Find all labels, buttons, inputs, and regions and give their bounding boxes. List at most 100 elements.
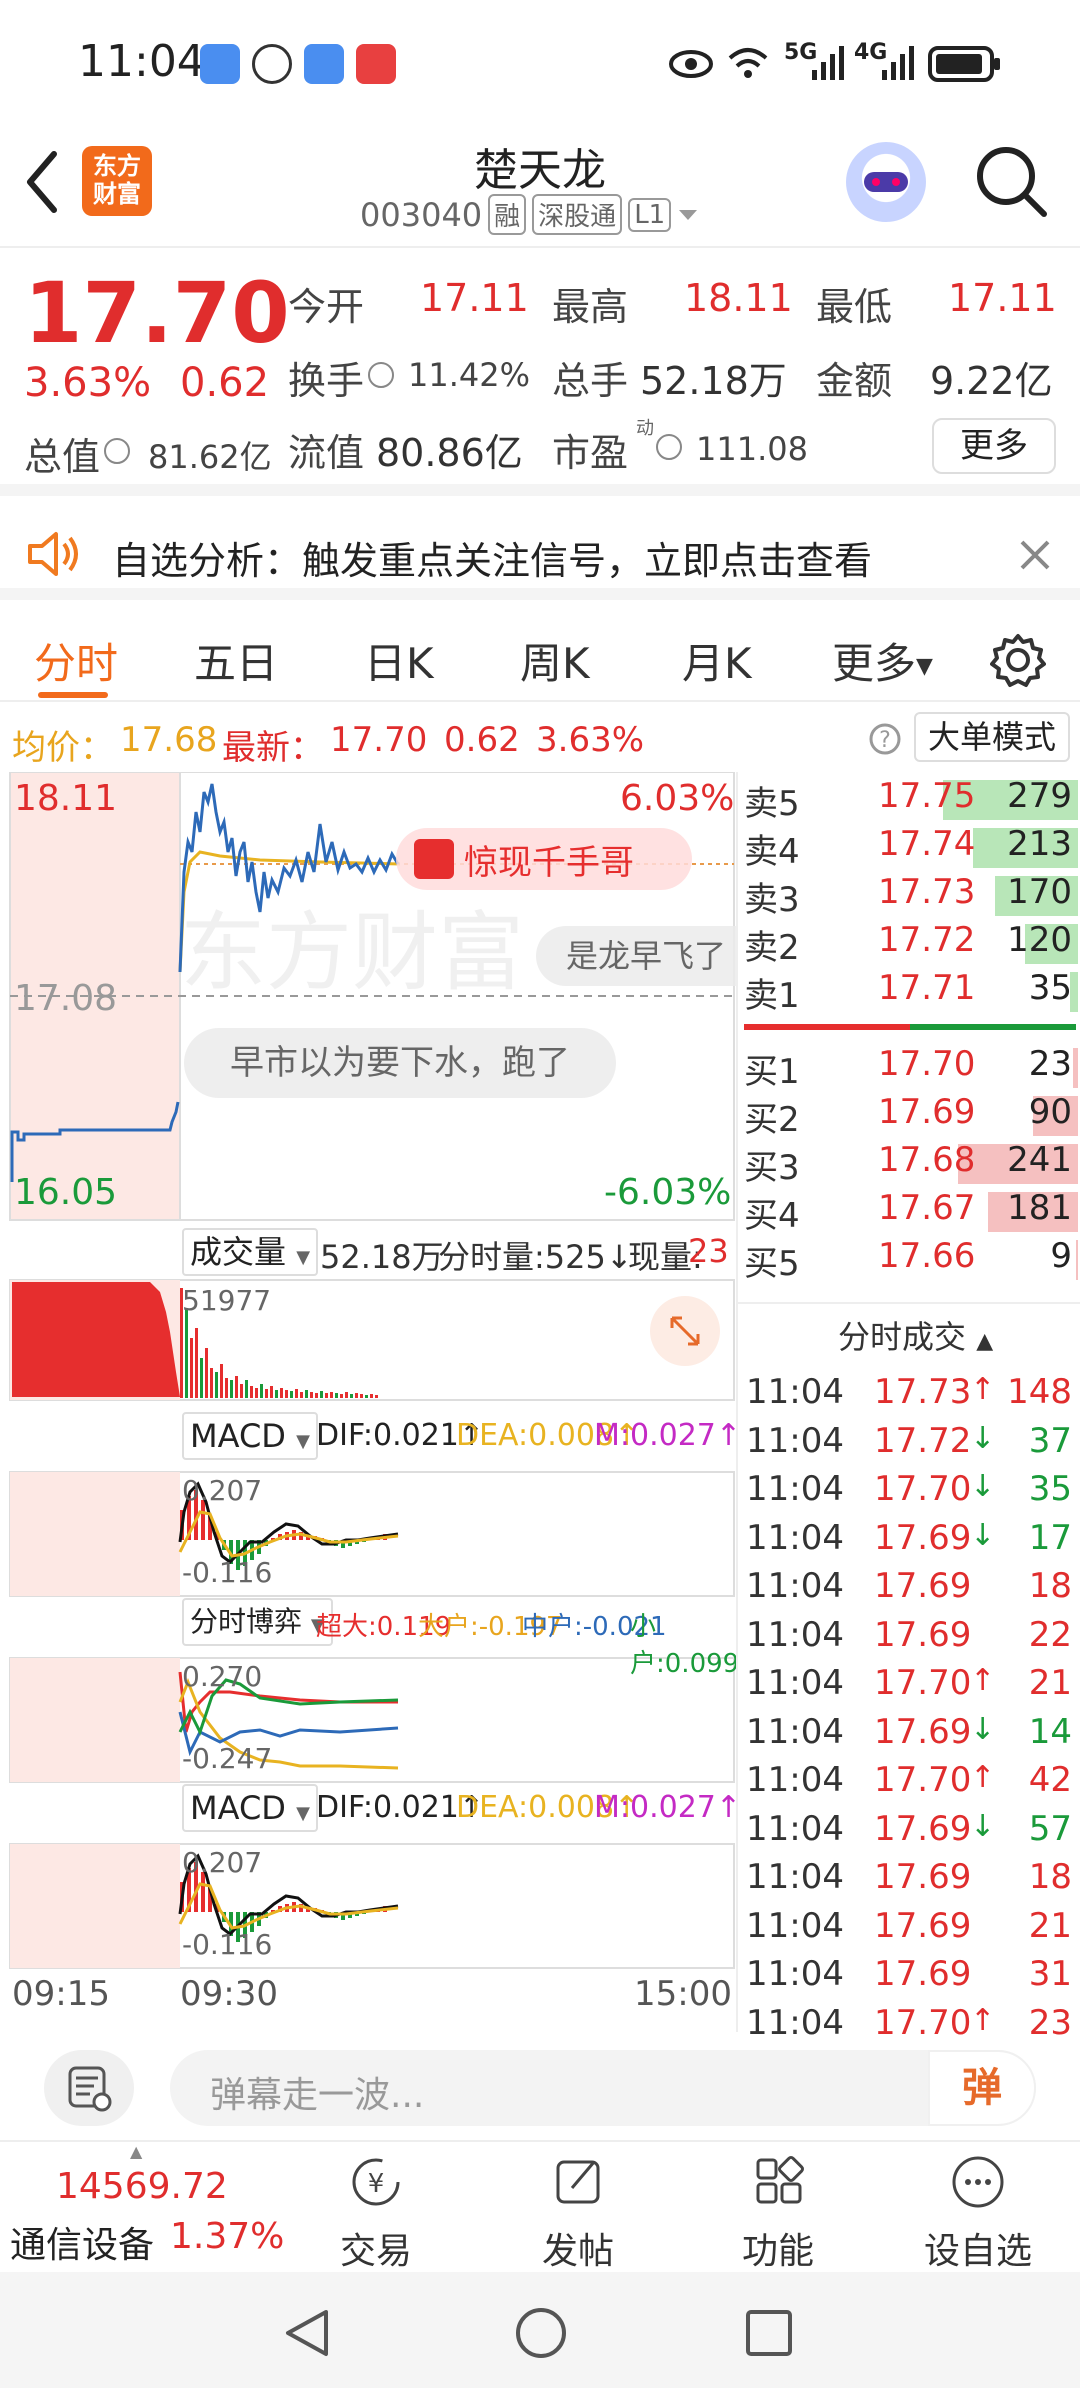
tab-five-day[interactable]: 五日: [194, 630, 278, 691]
ask-volume: 35: [1028, 968, 1072, 1008]
bid-price: 17.66: [878, 1236, 976, 1276]
tab-intraday[interactable]: 分时: [34, 630, 118, 691]
speaker-icon: [28, 532, 78, 576]
trade-direction: ↓: [970, 1711, 996, 1747]
volume-bar: [300, 1392, 303, 1398]
svg-text:?: ?: [879, 728, 891, 753]
index-pct: 1.37%: [170, 2216, 285, 2257]
stock-code-row[interactable]: 003040 融 深股通 L1: [360, 194, 699, 235]
trade-direction: ↓: [970, 1808, 996, 1844]
bid-label: 买1: [744, 1052, 800, 1092]
tab-more[interactable]: 更多▼: [832, 630, 933, 691]
ask-row[interactable]: 卖2 17.72 120: [738, 920, 1080, 968]
pe-label: 市盈: [552, 431, 629, 475]
nav-back-icon[interactable]: [282, 2308, 332, 2358]
open-label: 今开: [288, 285, 365, 329]
robot-assistant-icon[interactable]: [846, 142, 926, 222]
volume-bar: [365, 1395, 368, 1398]
edit-icon: [556, 2160, 600, 2204]
tab-week-k[interactable]: 周K: [520, 630, 590, 691]
intraday-chart-area[interactable]: 东方财富 18.11 17.08 16.05 6.03% -6.03% 惊现千手…: [0, 772, 741, 2032]
ask-row[interactable]: 卖5 17.75 279: [738, 776, 1080, 824]
ask-row[interactable]: 卖1 17.71 35: [738, 968, 1080, 1016]
danmu-settings-icon[interactable]: [44, 2050, 134, 2126]
index-name: 通信设备: [10, 2225, 155, 2266]
nav-functions[interactable]: 功能: [708, 2152, 848, 2274]
ask-label: 卖5: [744, 784, 800, 824]
bid-row[interactable]: 买2 17.69 90: [738, 1092, 1080, 1140]
danmu-bubble-2[interactable]: 是龙早飞了: [536, 926, 736, 986]
danmu-send-button[interactable]: 弹: [928, 2050, 1036, 2126]
sort-up-icon: ▲: [976, 1329, 994, 1354]
trade-price: 17.69: [874, 1905, 972, 1946]
watermark: 东方财富: [180, 903, 524, 1003]
tab-month-k[interactable]: 月K: [682, 630, 752, 691]
bid-row[interactable]: 买3 17.68 241: [738, 1140, 1080, 1188]
trade-time: 11:04: [746, 1711, 844, 1752]
more-button[interactable]: 更多: [932, 418, 1056, 474]
info-dots-icon[interactable]: [368, 362, 394, 388]
order-book[interactable]: 卖5 17.75 279 卖4 17.74 213 卖3 17.73 170 卖…: [736, 772, 1080, 2043]
trade-price: 17.70: [874, 1760, 972, 1800]
ask-row[interactable]: 卖3 17.73 170: [738, 872, 1080, 920]
signal-4g-icon: [882, 46, 914, 80]
nav-trade-label: 交易: [339, 2231, 412, 2272]
nav-post[interactable]: 发帖: [508, 2152, 648, 2274]
dropdown-icon: ▼: [916, 654, 933, 679]
nav-add-watchlist[interactable]: 设自选: [908, 2152, 1048, 2274]
close-icon[interactable]: [1018, 538, 1052, 572]
trade-volume: 21: [1028, 1905, 1072, 1946]
bid-volume: 241: [1007, 1140, 1072, 1180]
time-start-label: 09:15: [12, 1974, 110, 2014]
float-value: 80.86亿: [376, 431, 523, 475]
notice-bar[interactable]: 自选分析：触发重点关注信号，立即点击查看: [0, 508, 1080, 600]
wifi-icon: [728, 48, 768, 78]
volume-indicator-select[interactable]: 成交量 ▼: [182, 1228, 319, 1276]
volume-bar: [205, 1348, 208, 1398]
volume-bar: [245, 1380, 248, 1398]
latest-change: 0.62: [444, 720, 520, 760]
trade-price: 17.73: [874, 1372, 972, 1412]
volume-bar: [305, 1390, 308, 1398]
help-icon[interactable]: ?: [868, 722, 902, 756]
macd-label-2: MACD: [190, 1789, 286, 1827]
caret-up-icon: ▲: [130, 2142, 143, 2161]
danmu-bubble-3[interactable]: 早市以为要下水，跑了: [184, 1028, 616, 1098]
macd-bot-label-2: -0.116: [182, 1928, 273, 1961]
quote-panel: 17.70 3.63% 0.62 总值 81.62亿 今开 17.11 最高 1…: [0, 250, 1080, 496]
bid-price: 17.70: [878, 1044, 976, 1084]
ask-row[interactable]: 卖4 17.74 213: [738, 824, 1080, 872]
nav-functions-label: 功能: [741, 2231, 814, 2272]
ask-label: 卖4: [744, 832, 800, 872]
nav-recents-icon[interactable]: [744, 2308, 794, 2358]
danmu-bubble[interactable]: 惊现千手哥: [396, 828, 692, 890]
volume-bar: [270, 1386, 273, 1398]
flow-game-select[interactable]: 分时博弈 ▼: [182, 1598, 333, 1646]
tab-day-k[interactable]: 日K: [364, 630, 434, 691]
avg-label: 均价：: [12, 728, 114, 768]
nav-trade[interactable]: ¥ 交易: [306, 2152, 446, 2274]
bid-row[interactable]: 买5 17.66 9: [738, 1236, 1080, 1284]
index-widget[interactable]: ▲ 14569.72 通信设备 1.37%: [0, 2142, 300, 2272]
volume-axis-label: 51977: [182, 1284, 272, 1317]
expand-icon[interactable]: [650, 1296, 720, 1366]
macd-indicator-select[interactable]: MACD ▼: [182, 1412, 318, 1460]
trade-price: 17.69: [874, 1857, 972, 1897]
gear-icon[interactable]: [990, 632, 1046, 688]
big-order-mode-button[interactable]: 大单模式: [914, 712, 1070, 762]
nav-home-icon[interactable]: [514, 2306, 568, 2360]
volume-bar: [215, 1372, 218, 1398]
macd-indicator-select-2[interactable]: MACD ▼: [182, 1784, 318, 1832]
info-dots-icon[interactable]: [104, 438, 130, 464]
bid-row[interactable]: 买4 17.67 181: [738, 1188, 1080, 1236]
mktcap-value: 81.62亿: [148, 438, 272, 476]
trades-header[interactable]: 分时成交 ▲: [838, 1312, 993, 1358]
danmu-input[interactable]: 弹幕走一波... 弹: [170, 2050, 1036, 2126]
info-dots-icon[interactable]: [656, 434, 682, 460]
trade-volume: 57: [1028, 1808, 1072, 1849]
bid-row[interactable]: 买1 17.70 23: [738, 1044, 1080, 1092]
volume-bar: [340, 1394, 343, 1398]
dropdown-icon: ▼: [296, 1247, 311, 1268]
search-icon[interactable]: [974, 144, 1050, 220]
time-open-label: 09:30: [180, 1974, 278, 2014]
